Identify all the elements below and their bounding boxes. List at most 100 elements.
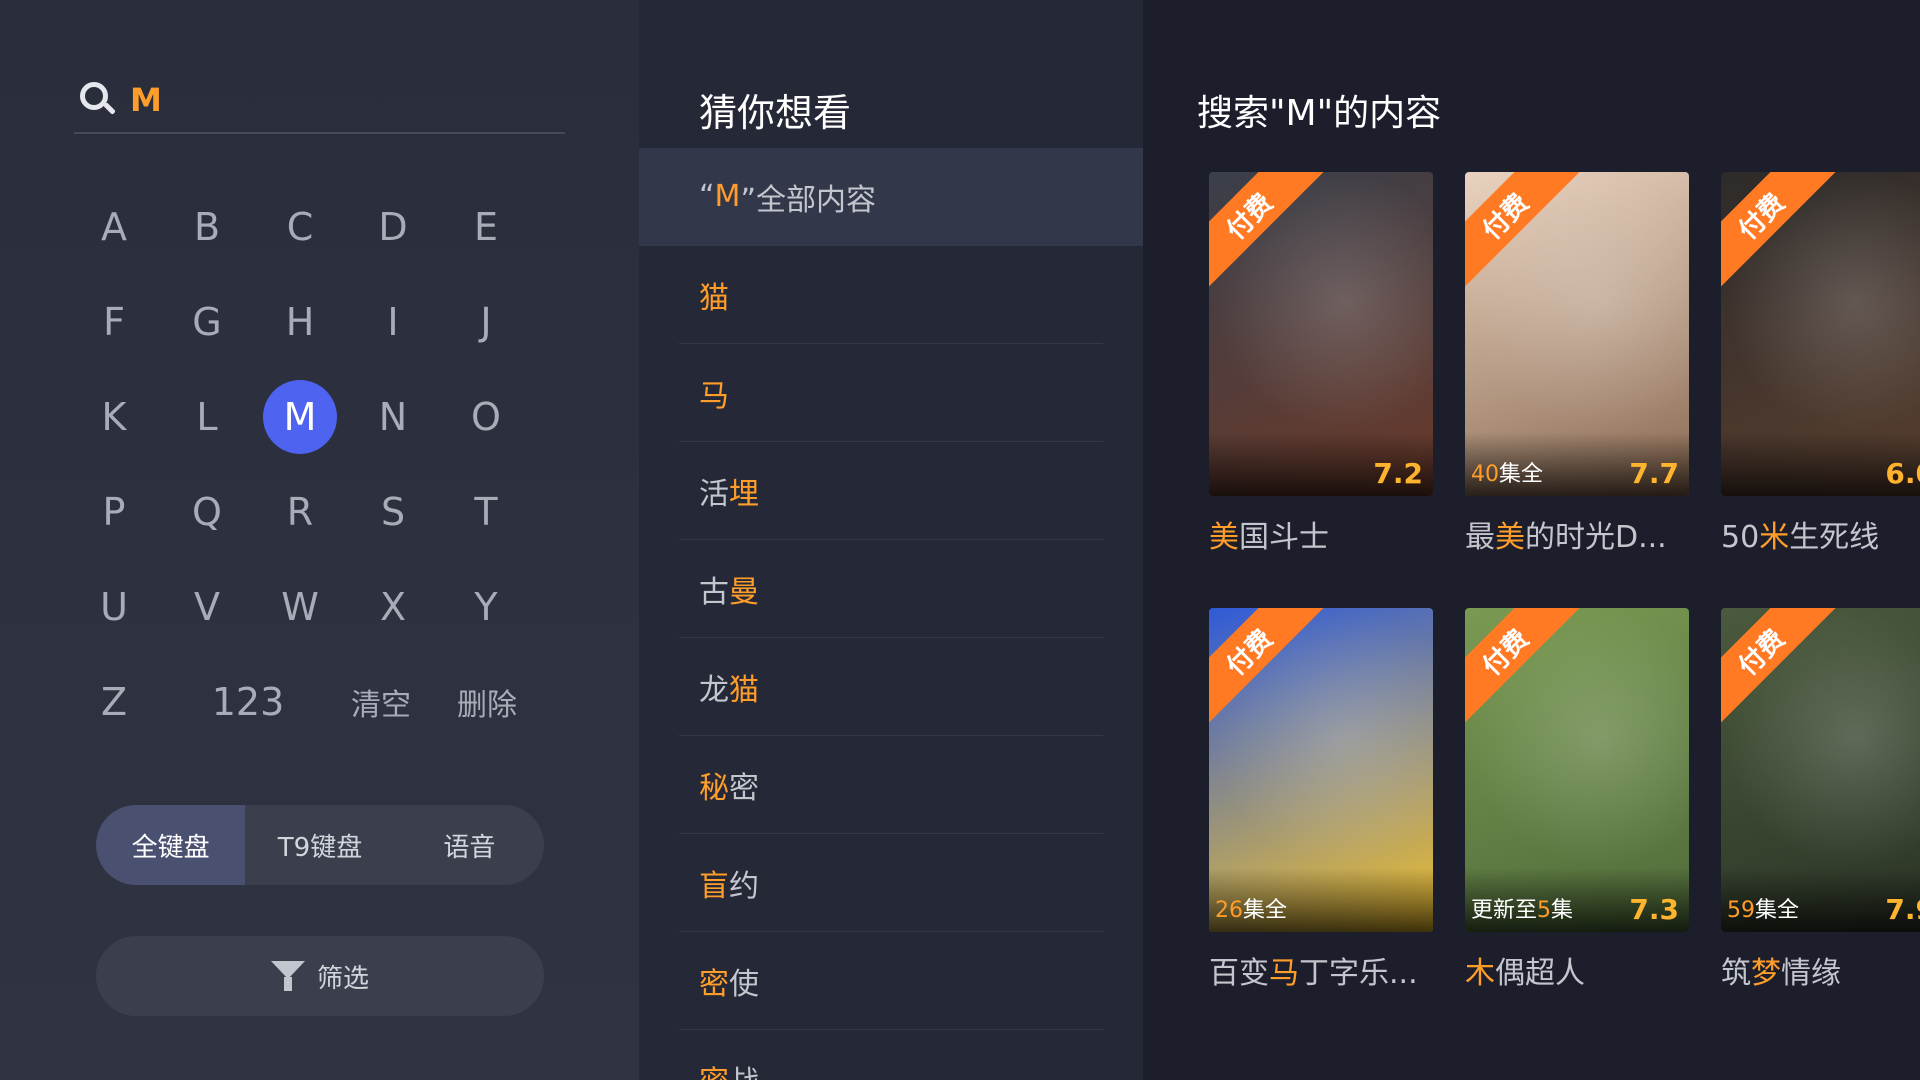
result-title: 美国斗士 bbox=[1209, 520, 1329, 555]
key-f[interactable]: F bbox=[77, 285, 151, 359]
result-card[interactable]: 付费 26集全百变马丁字乐... bbox=[1209, 608, 1433, 992]
suggestion-text: 古 bbox=[699, 574, 729, 610]
key-s[interactable]: S bbox=[356, 475, 430, 549]
episode-count: 40集全 bbox=[1471, 462, 1544, 487]
filter-button[interactable]: 筛选 bbox=[96, 936, 544, 1016]
result-card[interactable]: 付费 更新至5集 7.3 木偶超人 bbox=[1465, 608, 1689, 992]
results-panel: 搜索"M"的内容 付费 7.2 美国斗士 付费 40集全 7.7 最美的时光D... 付费 6.… bbox=[1143, 0, 1920, 1080]
suggestion-text: 密 bbox=[729, 770, 759, 806]
result-card[interactable]: 付费 7.2 美国斗士 bbox=[1209, 172, 1433, 556]
suggestion-item[interactable]: 猫 bbox=[679, 246, 1103, 344]
rating-score: 7.9 bbox=[1885, 893, 1920, 926]
suggestion-text: 使 bbox=[729, 966, 759, 1002]
filter-label: 筛选 bbox=[316, 963, 369, 994]
search-query: M bbox=[130, 81, 162, 119]
suggestion-item[interactable]: 秘密 bbox=[679, 736, 1103, 834]
suggestion-text: ”全部内容 bbox=[740, 182, 876, 218]
poster-image: 付费 40集全 7.7 bbox=[1465, 172, 1689, 496]
keyboard-mode-tabs: 全键盘 T9键盘 语音 bbox=[96, 805, 544, 885]
suggestion-highlight: 盲 bbox=[699, 868, 729, 904]
rating-score: 7.7 bbox=[1629, 457, 1679, 490]
suggestion-item[interactable]: 龙猫 bbox=[679, 638, 1103, 736]
key-p[interactable]: P bbox=[77, 475, 151, 549]
poster-image: 付费59集全7.9 bbox=[1721, 608, 1920, 932]
key-m[interactable]: M bbox=[263, 380, 337, 454]
results-title: 搜索"M"的内容 bbox=[1197, 93, 1442, 134]
suggestion-highlight: 埋 bbox=[729, 476, 759, 512]
delete-button[interactable]: 删除 bbox=[439, 665, 535, 739]
key-n[interactable]: N bbox=[356, 380, 430, 454]
key-y[interactable]: Y bbox=[449, 570, 523, 644]
suggestion-highlight: 曼 bbox=[729, 574, 759, 610]
suggestion-item[interactable]: “M ”全部内容 bbox=[639, 148, 1143, 246]
tab-full-keyboard[interactable]: 全键盘 bbox=[96, 805, 246, 885]
result-title: 50米生死线 bbox=[1721, 520, 1880, 555]
key-h[interactable]: H bbox=[263, 285, 337, 359]
rating-score: 7.3 bbox=[1629, 893, 1679, 926]
key-v[interactable]: V bbox=[170, 570, 244, 644]
result-card[interactable]: 付费59集全7.9筑梦情缘 bbox=[1721, 608, 1920, 992]
suggestions-list: “M”全部内容猫马活埋古曼龙猫秘密盲约密使密战 bbox=[639, 148, 1143, 1080]
suggestion-highlight: M bbox=[714, 179, 741, 214]
suggestion-item[interactable]: 密战 bbox=[679, 1030, 1103, 1080]
result-title: 百变马丁字乐... bbox=[1209, 956, 1418, 991]
episode-count: 59集全 bbox=[1727, 898, 1800, 923]
suggestion-item[interactable]: 马 bbox=[679, 344, 1103, 442]
key-x[interactable]: X bbox=[356, 570, 430, 644]
key-o[interactable]: O bbox=[449, 380, 523, 454]
key-123[interactable]: 123 bbox=[178, 665, 318, 739]
key-q[interactable]: Q bbox=[170, 475, 244, 549]
result-title: 木偶超人 bbox=[1465, 956, 1585, 991]
suggestion-text: “ bbox=[699, 179, 715, 214]
tab-t9-keyboard[interactable]: T9键盘 bbox=[245, 805, 394, 885]
suggestion-highlight: 密 bbox=[699, 966, 729, 1002]
suggestion-highlight: 密 bbox=[699, 1057, 729, 1080]
key-w[interactable]: W bbox=[263, 570, 337, 644]
key-a[interactable]: A bbox=[77, 190, 151, 264]
key-r[interactable]: R bbox=[263, 475, 337, 549]
episode-count: 26集全 bbox=[1215, 898, 1288, 923]
key-j[interactable]: J bbox=[449, 285, 523, 359]
result-card[interactable]: 付费6.0 50米生死线 bbox=[1721, 172, 1920, 556]
key-i[interactable]: I bbox=[356, 285, 430, 359]
suggestion-item[interactable]: 古曼 bbox=[679, 540, 1103, 638]
key-t[interactable]: T bbox=[449, 475, 523, 549]
suggestion-item[interactable]: 密使 bbox=[679, 932, 1103, 1030]
poster-image: 付费 更新至5集 7.3 bbox=[1465, 608, 1689, 932]
search-bar: M bbox=[74, 68, 565, 134]
suggestion-highlight: 猫 bbox=[699, 280, 729, 316]
suggestion-item[interactable]: 活埋 bbox=[679, 442, 1103, 540]
suggestion-highlight: 马 bbox=[699, 378, 729, 414]
key-u[interactable]: U bbox=[77, 570, 151, 644]
result-title: 筑梦情缘 bbox=[1721, 956, 1841, 991]
funnel-icon bbox=[270, 959, 305, 993]
suggestion-text: 活 bbox=[699, 476, 729, 512]
key-e[interactable]: E bbox=[449, 190, 523, 264]
search-icon bbox=[78, 80, 118, 120]
poster-image: 付费 7.2 bbox=[1209, 172, 1433, 496]
suggestion-text: 战 bbox=[729, 1057, 759, 1080]
suggestions-panel: 猜你想看 “M”全部内容猫马活埋古曼龙猫秘密盲约密使密战 bbox=[639, 0, 1143, 1080]
result-title: 最美的时光D... bbox=[1465, 520, 1667, 555]
episode-count: 更新至5集 bbox=[1471, 898, 1574, 923]
suggestion-highlight: 猫 bbox=[729, 672, 759, 708]
poster-image: 付费6.0 bbox=[1721, 172, 1920, 496]
keyboard-panel: M A B C D E F G H I J K L M N O P Q R S T U V W X Y Z 123 清空 删除 全键盘 … bbox=[0, 0, 639, 1080]
key-b[interactable]: B bbox=[170, 190, 244, 264]
key-z[interactable]: Z bbox=[77, 665, 151, 739]
key-l[interactable]: L bbox=[170, 380, 244, 454]
clear-button[interactable]: 清空 bbox=[333, 665, 429, 739]
key-k[interactable]: K bbox=[77, 380, 151, 454]
suggestion-text: 约 bbox=[729, 868, 759, 904]
poster-image: 付费 26集全 bbox=[1209, 608, 1433, 932]
key-d[interactable]: D bbox=[356, 190, 430, 264]
result-card[interactable]: 付费 40集全 7.7 最美的时光D... bbox=[1465, 172, 1689, 556]
key-c[interactable]: C bbox=[263, 190, 337, 264]
suggestion-item[interactable]: 盲约 bbox=[679, 834, 1103, 932]
rating-score: 6.0 bbox=[1885, 457, 1920, 490]
rating-score: 7.2 bbox=[1373, 457, 1423, 490]
key-g[interactable]: G bbox=[170, 285, 244, 359]
tab-voice[interactable]: 语音 bbox=[395, 805, 544, 885]
suggestions-title: 猜你想看 bbox=[699, 91, 852, 135]
suggestion-text: 龙 bbox=[699, 672, 729, 708]
